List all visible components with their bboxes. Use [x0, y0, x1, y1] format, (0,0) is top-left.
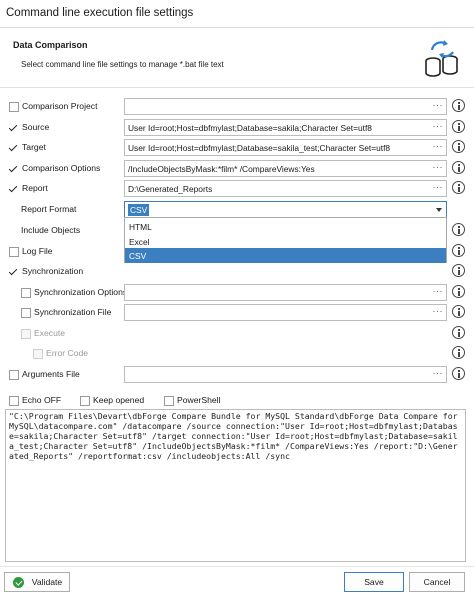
info-icon[interactable] — [452, 264, 465, 277]
row-log-file: Log File — [0, 243, 474, 261]
row-report: Report D:\Generated_Reports ··· — [0, 180, 474, 198]
source-label: Source — [22, 122, 50, 132]
keep-opened-checkbox[interactable] — [80, 396, 90, 406]
window-title: Command line execution file settings — [6, 7, 194, 19]
browse-icon[interactable]: ··· — [433, 141, 444, 151]
info-icon[interactable] — [452, 99, 465, 112]
report-field[interactable]: D:\Generated_Reports ··· — [124, 180, 447, 197]
row-target: Target User Id=root;Host=dbfmylast;Datab… — [0, 139, 474, 157]
synchronization-options-checkbox[interactable] — [21, 288, 31, 298]
target-field[interactable]: User Id=root;Host=dbfmylast;Database=sak… — [124, 139, 447, 156]
row-error-code: Error Code — [0, 345, 474, 363]
info-icon[interactable] — [452, 161, 465, 174]
comparison-options-field[interactable]: /IncludeObjectsByMask:*film* /CompareVie… — [124, 160, 447, 177]
info-icon[interactable] — [452, 367, 465, 380]
row-source: Source User Id=root;Host=dbfmylast;Datab… — [0, 119, 474, 137]
info-icon[interactable] — [452, 120, 465, 133]
page-title: Data Comparison — [13, 40, 88, 50]
comparison-options-label: Comparison Options — [22, 163, 101, 173]
synchronization-file-checkbox[interactable] — [21, 308, 31, 318]
cancel-button[interactable]: Cancel — [409, 572, 465, 592]
cancel-label: Cancel — [423, 577, 451, 587]
echo-off-checkbox[interactable] — [9, 396, 19, 406]
powershell-checkbox[interactable] — [164, 396, 174, 406]
header-panel: Data Comparison Select command line file… — [0, 28, 474, 88]
database-sync-icon — [425, 40, 458, 77]
row-execute: Execute — [0, 325, 474, 343]
execute-label: Execute — [34, 328, 66, 338]
browse-icon[interactable]: ··· — [433, 368, 444, 378]
row-comparison-project: Comparison Project ··· — [0, 98, 474, 116]
echo-off-label: Echo OFF — [22, 395, 62, 405]
info-icon[interactable] — [452, 326, 465, 339]
title-bar: Command line execution file settings — [0, 0, 474, 28]
info-icon[interactable] — [452, 346, 465, 359]
row-synchronization-options: Synchronization Options ··· — [0, 284, 474, 302]
report-label: Report — [22, 183, 48, 193]
info-icon[interactable] — [452, 285, 465, 298]
comparison-project-label: Comparison Project — [22, 101, 98, 111]
report-format-value: CSV — [128, 204, 150, 216]
browse-icon[interactable]: ··· — [433, 286, 444, 296]
synchronization-file-field[interactable]: ··· — [124, 304, 447, 321]
info-icon[interactable] — [452, 140, 465, 153]
execute-checkbox[interactable] — [21, 329, 31, 339]
report-value: D:\Generated_Reports — [128, 184, 213, 194]
keep-opened-label: Keep opened — [93, 395, 145, 405]
synchronization-label: Synchronization — [22, 266, 84, 276]
row-synchronization-file: Synchronization File ··· — [0, 304, 474, 322]
comparison-options-value: /IncludeObjectsByMask:*film* /CompareVie… — [128, 164, 315, 174]
source-checkbox[interactable] — [9, 123, 19, 133]
footer-bar: Validate Save Cancel — [0, 566, 474, 598]
info-icon[interactable] — [452, 181, 465, 194]
row-arguments-file: Arguments File ··· — [0, 366, 474, 384]
info-icon[interactable] — [452, 305, 465, 318]
info-icon[interactable] — [452, 223, 465, 236]
row-flags: Echo OFF Keep opened PowerShell — [0, 392, 474, 410]
chevron-down-icon[interactable] — [436, 208, 442, 212]
target-label: Target — [22, 142, 46, 152]
include-objects-label: Include Objects — [21, 225, 81, 235]
arguments-file-field[interactable]: ··· — [124, 366, 447, 383]
row-synchronization: Synchronization — [0, 263, 474, 281]
save-button[interactable]: Save — [344, 572, 404, 592]
report-format-select[interactable]: CSV — [124, 201, 447, 218]
synchronization-file-label: Synchronization File — [34, 307, 112, 317]
log-file-checkbox[interactable] — [9, 247, 19, 257]
validate-button[interactable]: Validate — [4, 572, 70, 592]
command-text-area[interactable]: "C:\Program Files\Devart\dbForge Compare… — [5, 409, 466, 562]
row-comparison-options: Comparison Options /IncludeObjectsByMask… — [0, 160, 474, 178]
comparison-project-checkbox[interactable] — [9, 102, 19, 112]
error-code-label: Error Code — [46, 348, 89, 358]
synchronization-options-field[interactable]: ··· — [124, 284, 447, 301]
target-value: User Id=root;Host=dbfmylast;Database=sak… — [128, 143, 391, 153]
log-file-label: Log File — [22, 246, 53, 256]
error-code-checkbox[interactable] — [33, 349, 43, 359]
browse-icon[interactable]: ··· — [433, 182, 444, 192]
command-text: "C:\Program Files\Devart\dbForge Compare… — [9, 411, 463, 461]
comparison-project-field[interactable]: ··· — [124, 98, 447, 115]
dropdown-option-html[interactable]: HTML — [125, 219, 446, 234]
browse-icon[interactable]: ··· — [433, 306, 444, 316]
dropdown-option-label: HTML — [129, 222, 152, 232]
report-format-label: Report Format — [21, 204, 77, 214]
comparison-options-checkbox[interactable] — [9, 164, 19, 174]
browse-icon[interactable]: ··· — [433, 162, 444, 172]
browse-icon[interactable]: ··· — [433, 121, 444, 131]
validate-label: Validate — [31, 577, 63, 587]
arguments-file-checkbox[interactable] — [9, 370, 19, 380]
target-checkbox[interactable] — [9, 143, 19, 153]
arguments-file-label: Arguments File — [22, 369, 80, 379]
save-label: Save — [364, 577, 384, 587]
source-value: User Id=root;Host=dbfmylast;Database=sak… — [128, 123, 372, 133]
synchronization-checkbox[interactable] — [9, 267, 19, 277]
page-subtitle: Select command line file settings to man… — [21, 60, 224, 69]
source-field[interactable]: User Id=root;Host=dbfmylast;Database=sak… — [124, 119, 447, 136]
report-checkbox[interactable] — [9, 184, 19, 194]
info-icon[interactable] — [452, 244, 465, 257]
synchronization-options-label: Synchronization Options — [34, 287, 128, 297]
powershell-label: PowerShell — [177, 395, 221, 405]
browse-icon[interactable]: ··· — [433, 100, 444, 110]
